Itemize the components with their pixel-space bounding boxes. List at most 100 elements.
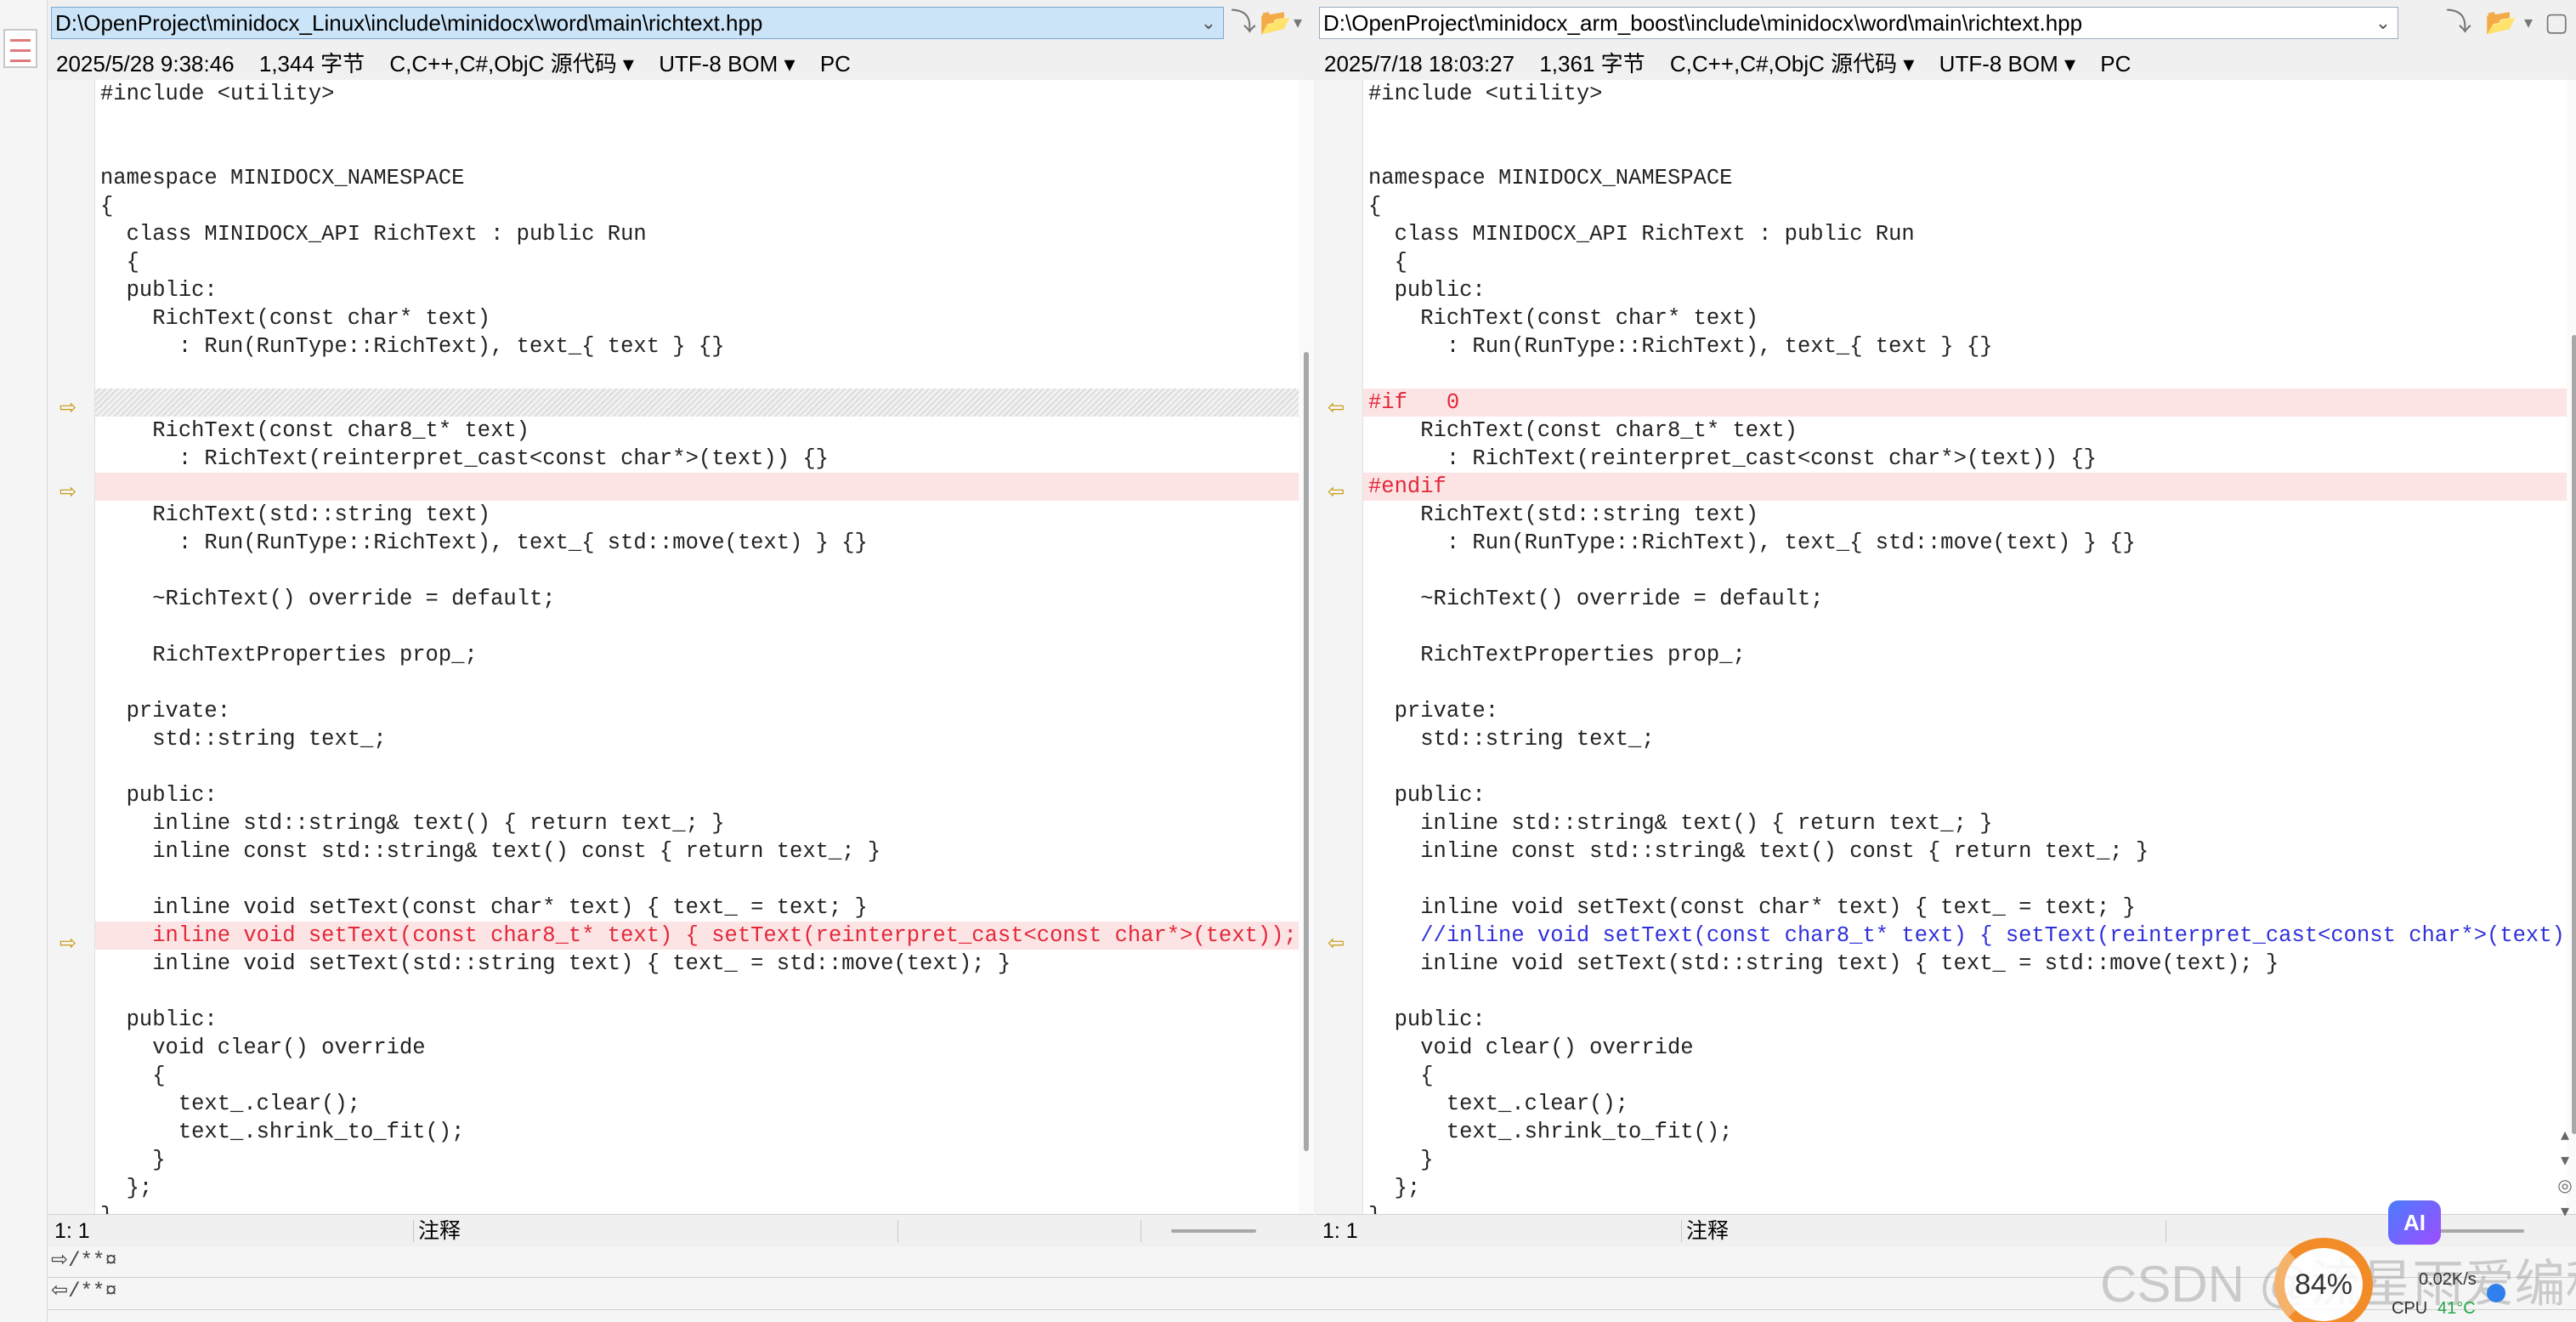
document-icon[interactable] [3, 29, 37, 68]
left-vertical-scrollbar[interactable] [1299, 80, 1314, 1214]
horizontal-scrollbar[interactable] [1171, 1229, 1256, 1233]
right-vertical-scrollbar[interactable] [2567, 80, 2576, 1214]
left-file-info: 2025/5/28 9:38:46 1,344 字节 C,C++,C#,ObjC… [48, 48, 1314, 80]
line-ending[interactable]: PC [820, 51, 851, 77]
left-code-lines: #include <utility> namespace MINIDOCX_NAM… [95, 80, 1314, 1214]
code-line: { [1368, 1064, 1434, 1088]
code-line: }; [100, 1176, 153, 1200]
code-line: private: [100, 699, 231, 723]
ai-assistant-button[interactable]: AI [2388, 1200, 2441, 1245]
line-ending[interactable]: PC [2100, 51, 2131, 77]
diff-arrow-right-icon[interactable]: ⇨ [59, 398, 83, 418]
code-line: public: [1368, 783, 1486, 808]
horizontal-scrollbar[interactable] [2439, 1229, 2524, 1233]
code-line: public: [100, 1007, 218, 1032]
file-size: 1,344 字节 [258, 51, 365, 77]
file-date: 2025/5/28 9:38:46 [56, 51, 235, 77]
diff-arrow-left-icon[interactable]: ⇦ [1328, 482, 1351, 502]
code-line: }; [1368, 1176, 1421, 1200]
chevron-down-icon[interactable]: ▾ [1294, 7, 1302, 39]
detail-line-left: ⇨/**¤ [51, 1250, 117, 1273]
code-line: text_.shrink_to_fit(); [100, 1120, 465, 1144]
code-line: { [1368, 250, 1407, 275]
right-edge-controls[interactable]: ▴ ▾ ◎ ▾ [2556, 1122, 2573, 1224]
chevron-down-icon[interactable]: ⌄ [1197, 7, 1220, 39]
network-rate: 0.02K/s [2419, 1270, 2477, 1289]
left-path-field[interactable]: D:\OpenProject\minidocx_Linux\include\mi… [51, 7, 1224, 39]
code-line: text_.clear(); [1368, 1092, 1629, 1116]
folder-open-icon[interactable]: 📂 [1260, 7, 1291, 39]
right-path-field[interactable]: D:\OpenProject\minidocx_arm_boost\includ… [1319, 7, 2398, 39]
folder-open-icon[interactable]: 📂 [2485, 7, 2517, 39]
file-size: 1,361 字节 [1539, 51, 1645, 77]
code-line: void clear() override [100, 1035, 426, 1060]
code-line: { [100, 250, 139, 275]
encoding-select[interactable]: UTF-8 BOM ▾ [1939, 51, 2075, 77]
detail-line-right: ⇦/**¤ [51, 1280, 117, 1303]
code-line: RichText(std::string text) [1368, 502, 1759, 527]
diff-arrow-right-icon[interactable]: ⇨ [59, 482, 83, 502]
cpu-temperature: 41°C [2437, 1299, 2476, 1318]
diff-arrow-left-icon[interactable]: ⇦ [1328, 398, 1351, 418]
save-icon[interactable]: ▢ [2545, 7, 2568, 39]
right-pane: D:\OpenProject\minidocx_arm_boost\includ… [1316, 0, 2576, 1275]
sync-icon[interactable]: ⤵ [2446, 7, 2471, 39]
code-line: public: [100, 278, 218, 303]
left-code-view[interactable]: ⇨ ⇨ ⇨ #include <utility> namespace MINIDO… [48, 80, 1314, 1214]
network-status-icon [2487, 1284, 2505, 1302]
code-line: inline std::string& text() { return text… [100, 811, 725, 836]
scroll-thumb[interactable] [1304, 352, 1309, 1151]
code-line: RichTextProperties prop_; [100, 643, 478, 667]
right-gutter: ⇦ ⇦ ⇦ [1316, 80, 1363, 1214]
left-gutter: ⇨ ⇨ ⇨ [48, 80, 95, 1214]
code-line: std::string text_; [1368, 727, 1655, 752]
code-line: : RichText(reinterpret_cast<const char*>… [100, 446, 829, 471]
chevron-down-icon[interactable]: ⌄ [2371, 7, 2395, 39]
diff-arrow-left-icon[interactable]: ⇦ [1328, 933, 1351, 954]
left-status-bar: 1: 1 注释 [48, 1214, 1314, 1246]
code-line: std::string text_; [100, 727, 387, 752]
language-select[interactable]: C,C++,C#,ObjC 源代码 ▾ [389, 51, 634, 77]
memory-gauge[interactable]: 84% [2274, 1238, 2373, 1322]
code-line: RichText(std::string text) [100, 502, 491, 527]
cpu-label: CPU [2392, 1299, 2428, 1318]
sync-icon[interactable]: ⤵ [1231, 7, 1256, 39]
scroll-thumb[interactable] [2572, 335, 2576, 1134]
status-mode: 注释 [418, 1219, 461, 1243]
compare-window: D:\OpenProject\minidocx_Linux\include\mi… [0, 0, 2576, 1322]
code-line: { [1368, 194, 1382, 218]
code-line: namespace MINIDOCX_NAMESPACE [100, 166, 465, 190]
code-line: inline const std::string& text() const {… [1368, 839, 2149, 864]
code-line: RichText(const char8_t* text) [1368, 418, 1798, 443]
code-line: : Run(RunType::RichText), text_{ text } … [1368, 334, 1993, 359]
cursor-position: 1: 1 [54, 1219, 90, 1243]
right-path-row: D:\OpenProject\minidocx_arm_boost\includ… [1316, 0, 2576, 48]
code-line: inline const std::string& text() const {… [100, 839, 881, 864]
cursor-position: 1: 1 [1322, 1219, 1358, 1243]
code-line: : Run(RunType::RichText), text_{ std::mo… [1368, 531, 2136, 555]
file-date: 2025/7/18 18:03:27 [1324, 51, 1515, 77]
code-line: public: [100, 783, 218, 808]
language-select[interactable]: C,C++,C#,ObjC 源代码 ▾ [1670, 51, 1915, 77]
code-line: //inline void setText(const char8_t* tex… [1368, 923, 2576, 948]
system-monitor: 0.02K/s CPU 41°C [2388, 1262, 2490, 1322]
chevron-down-icon[interactable]: ▾ [2524, 7, 2533, 39]
code-line: text_.clear(); [100, 1092, 361, 1116]
right-code-view[interactable]: ⇦ ⇦ ⇦ #include <utility> namespace MINIDO… [1316, 80, 2576, 1214]
diff-arrow-right-icon[interactable]: ⇨ [59, 933, 83, 954]
code-line: public: [1368, 278, 1486, 303]
code-line: : RichText(reinterpret_cast<const char*>… [1368, 446, 2097, 471]
right-code-lines: #include <utility> namespace MINIDOCX_NAM… [1363, 80, 2576, 1214]
encoding-select[interactable]: UTF-8 BOM ▾ [659, 51, 795, 77]
